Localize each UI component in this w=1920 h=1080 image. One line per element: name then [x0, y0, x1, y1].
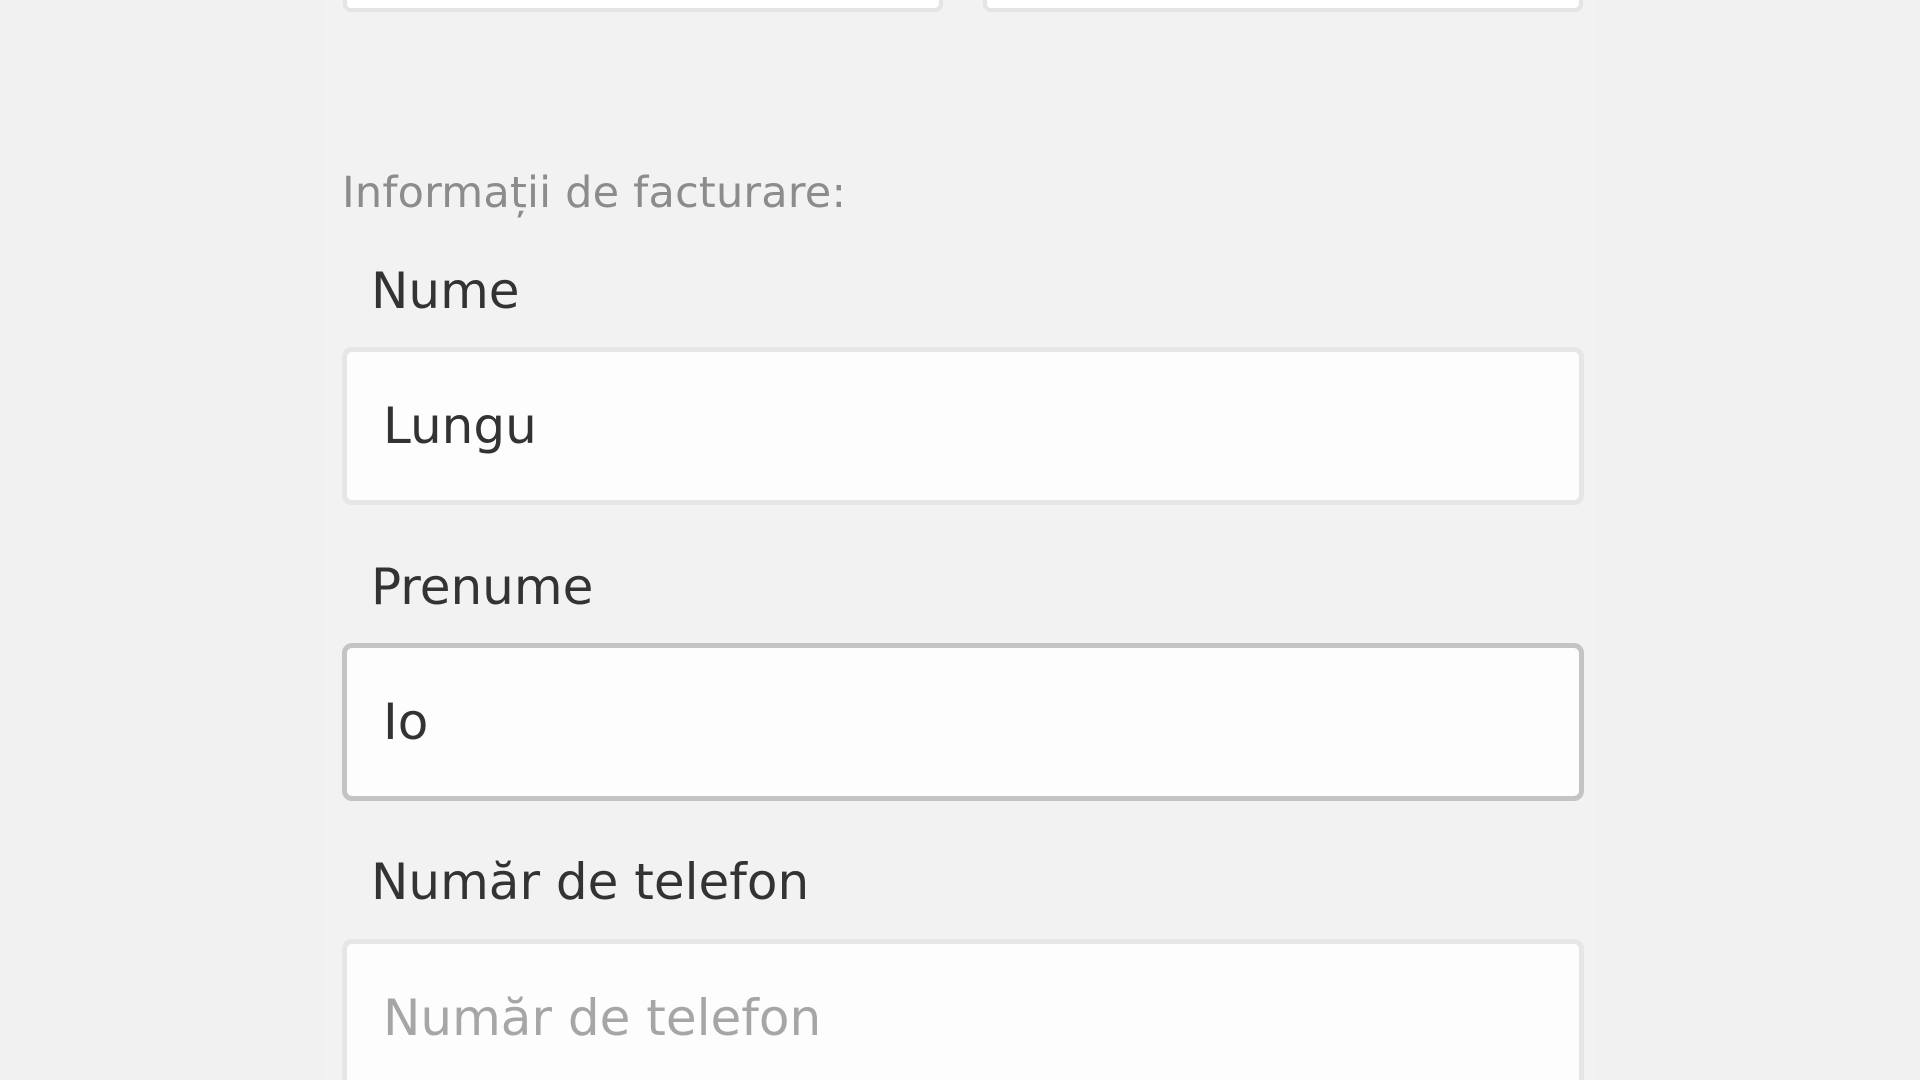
first-name-label: Prenume	[371, 558, 594, 616]
last-name-label: Nume	[371, 262, 520, 320]
billing-section-title: Informații de facturare:	[342, 168, 847, 218]
form-column	[325, 0, 1595, 1080]
previous-field-left[interactable]	[343, 0, 943, 12]
phone-number-label: Număr de telefon	[371, 853, 810, 911]
checkout-form-viewport: Informații de facturare: Nume Prenume Nu…	[0, 0, 1920, 1080]
phone-number-input[interactable]	[342, 939, 1584, 1080]
first-name-input[interactable]	[342, 643, 1584, 801]
last-name-input[interactable]	[342, 347, 1584, 505]
previous-field-right[interactable]	[983, 0, 1583, 12]
